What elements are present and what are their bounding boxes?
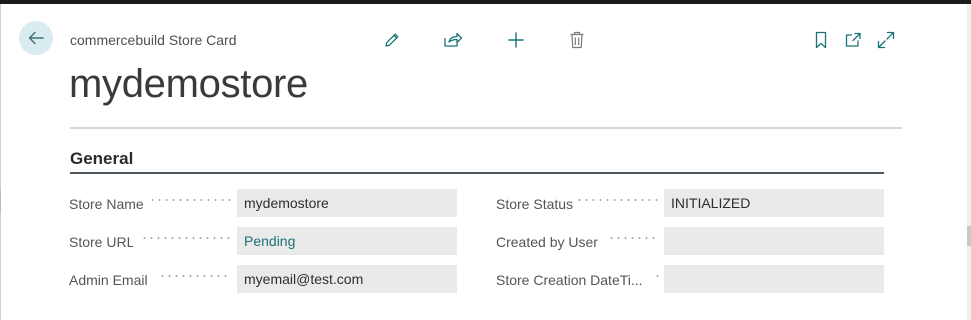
field-store-url: Store URL Pending xyxy=(69,227,457,255)
field-label: Store Name xyxy=(69,196,144,212)
open-in-new-window-icon xyxy=(845,32,861,47)
edit-button[interactable] xyxy=(380,28,404,52)
delete-button[interactable] xyxy=(565,28,589,52)
leader-dots xyxy=(141,237,231,239)
field-admin-email: Admin Email myemail@test.com xyxy=(69,265,457,293)
bookmark-icon xyxy=(815,31,827,49)
store-name-field[interactable]: mydemostore xyxy=(237,189,457,217)
expand-icon xyxy=(877,31,895,49)
share-icon xyxy=(444,32,463,47)
title-divider xyxy=(70,127,902,129)
trash-icon xyxy=(570,31,584,49)
store-url-field[interactable]: Pending xyxy=(237,227,457,255)
bookmark-button[interactable] xyxy=(809,28,833,52)
back-button[interactable] xyxy=(19,21,53,55)
created-by-user-field[interactable] xyxy=(664,227,884,255)
admin-email-field[interactable]: myemail@test.com xyxy=(237,265,457,293)
section-divider xyxy=(70,172,884,174)
store-creation-datetime-field[interactable] xyxy=(664,265,884,293)
leader-dots xyxy=(149,199,231,201)
scrollbar-thumb[interactable] xyxy=(967,226,971,246)
field-label: Admin Email xyxy=(69,272,148,288)
leader-dots xyxy=(576,199,658,201)
page-title: mydemostore xyxy=(69,62,309,106)
field-created-by-user: Created by User xyxy=(496,227,884,255)
share-button[interactable] xyxy=(441,28,465,52)
field-store-name: Store Name mydemostore xyxy=(69,189,457,217)
store-status-field[interactable]: INITIALIZED xyxy=(664,189,884,217)
arrow-left-icon xyxy=(28,31,44,45)
field-label: Store URL xyxy=(69,234,133,250)
leader-dots xyxy=(608,237,658,239)
leader-dots xyxy=(159,275,231,277)
field-store-status: Store Status INITIALIZED xyxy=(496,189,884,217)
expand-button[interactable] xyxy=(874,28,898,52)
field-label: Store Status xyxy=(496,196,574,212)
section-title-general[interactable]: General xyxy=(70,149,133,169)
new-button[interactable] xyxy=(504,28,528,52)
card-page: commercebuild Store Card mydemostore Gen… xyxy=(1,4,967,320)
field-label: Store Creation DateTi... xyxy=(496,272,643,288)
field-store-creation-datetime: Store Creation DateTi... xyxy=(496,265,884,293)
field-label: Created by User xyxy=(496,234,598,250)
leader-dots xyxy=(654,275,660,277)
pencil-icon xyxy=(385,33,399,47)
open-new-window-button[interactable] xyxy=(841,28,865,52)
breadcrumb: commercebuild Store Card xyxy=(70,32,237,48)
right-scrollbar[interactable] xyxy=(967,4,971,320)
plus-icon xyxy=(508,32,524,48)
